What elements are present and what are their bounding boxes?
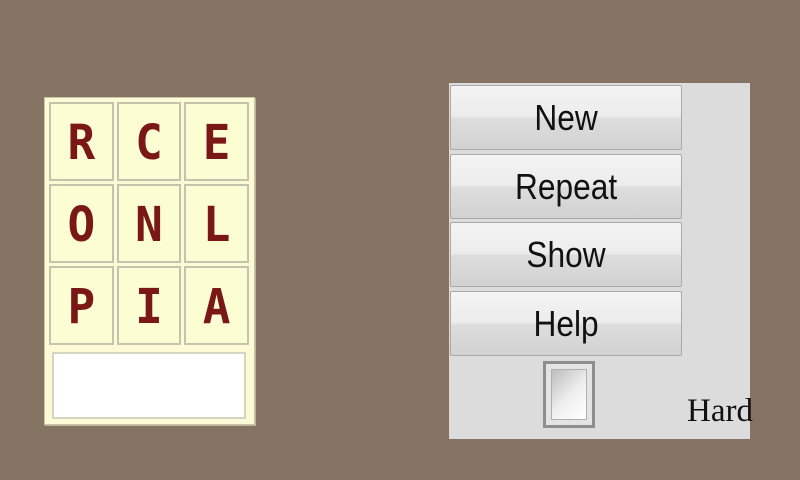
tile-letter: C	[135, 113, 163, 170]
tile-letter: E	[202, 113, 231, 170]
tile-letter: N	[135, 195, 163, 252]
tile-letter: R	[67, 113, 96, 170]
tile-letter: P	[67, 277, 96, 334]
tile-letter: I	[135, 277, 163, 334]
control-panel: New Repeat Show Help Hard	[449, 83, 753, 439]
tile-letter: O	[67, 195, 96, 252]
letter-tile[interactable]: A	[184, 266, 249, 345]
letter-tile[interactable]: C	[116, 102, 182, 181]
letter-tile[interactable]: L	[184, 184, 249, 263]
letter-grid: R C E O N L P I A	[49, 102, 249, 345]
answer-input[interactable]	[52, 352, 246, 419]
hard-label: Hard	[687, 393, 753, 429]
letter-tile[interactable]: O	[49, 184, 114, 263]
help-button[interactable]: Help	[450, 291, 682, 356]
repeat-button-label: Repeat	[514, 165, 618, 207]
letter-tile[interactable]: R	[49, 102, 114, 181]
show-button-label: Show	[526, 233, 606, 275]
hard-checkbox[interactable]	[543, 361, 595, 428]
repeat-button[interactable]: Repeat	[450, 154, 682, 219]
new-button-label: New	[534, 96, 598, 138]
letter-board: R C E O N L P I A	[44, 97, 255, 425]
new-button[interactable]: New	[450, 85, 682, 150]
checkbox-box	[551, 369, 587, 420]
show-button[interactable]: Show	[450, 222, 682, 287]
tile-letter: L	[202, 195, 231, 252]
letter-tile[interactable]: E	[184, 102, 249, 181]
tile-letter: A	[202, 277, 231, 334]
letter-tile[interactable]: N	[116, 184, 182, 263]
letter-tile[interactable]: I	[116, 266, 182, 345]
help-button-label: Help	[533, 302, 599, 344]
letter-tile[interactable]: P	[49, 266, 114, 345]
